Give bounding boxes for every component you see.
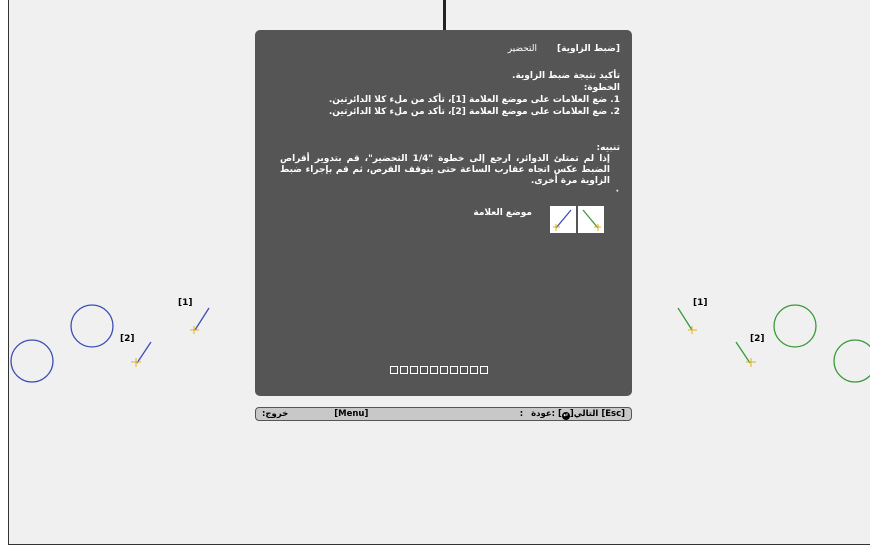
progress-square (410, 366, 418, 374)
progress-square (470, 366, 478, 374)
left-marker-2-label: [2] (120, 334, 135, 344)
mark-position-label: موضع العلامة (473, 208, 532, 218)
progress-square (440, 366, 448, 374)
left-mark-1-icon (190, 307, 210, 334)
step-2-text: 2. ضع العلامات على موضع العلامة [2]، تأك… (328, 107, 620, 117)
right-mark-2-icon (735, 341, 756, 367)
steps-heading: الخطوة: (583, 83, 620, 93)
exit-hint[interactable]: :خروج [Menu] (262, 409, 368, 419)
step-1-text: 1. ضع العلامات على موضع العلامة [1]، تأك… (328, 95, 620, 105)
right-circle-upper (773, 304, 817, 348)
key-guide-bar: :خروج [Menu] :التالي[↵] :عودة [Esc] (255, 407, 632, 421)
progress-square (420, 366, 428, 374)
right-circle-lower (833, 339, 870, 383)
exit-label: :خروج (262, 409, 289, 419)
left-circle-lower (10, 339, 54, 383)
progress-square (400, 366, 408, 374)
menu-key: [Menu] (334, 409, 369, 419)
right-marker-2-label: [2] (750, 334, 765, 344)
back-label: :عودة (531, 409, 556, 419)
tab-angle-adjust[interactable]: [ضبط الزاوية] (557, 44, 620, 54)
progress-square (390, 366, 398, 374)
angle-adjust-dialog: [ضبط الزاوية] التحضير تأكيد نتيجة ضبط ال… (255, 30, 632, 396)
progress-square (430, 366, 438, 374)
esc-key: [Esc] (601, 409, 625, 419)
enter-icon: ↵ (561, 412, 570, 420)
progress-square (460, 366, 468, 374)
right-mark-1-icon (677, 307, 697, 334)
tab-preparation[interactable]: التحضير (508, 44, 537, 54)
mark-blue-box (550, 206, 576, 233)
left-mark-2-icon (131, 341, 152, 367)
progress-indicator (390, 366, 488, 374)
left-circle-upper (70, 304, 114, 348)
nav-hint[interactable]: :التالي[↵] :عودة [Esc] (520, 409, 625, 420)
mark-green-box (578, 206, 604, 233)
left-marker-1-label: [1] (178, 298, 193, 308)
progress-square (450, 366, 458, 374)
caution-bullet: · (615, 187, 619, 197)
intro-text: تأكيد نتيجة ضبط الزاوية. (512, 71, 620, 81)
caution-text: إذا لم تمتلئ الدوائر، ارجع إلى خطوة "1/4… (280, 154, 610, 186)
right-marker-1-label: [1] (693, 298, 708, 308)
progress-square (480, 366, 488, 374)
mark-position-illustration (550, 206, 606, 234)
caution-heading: تنبيه: (596, 143, 620, 153)
